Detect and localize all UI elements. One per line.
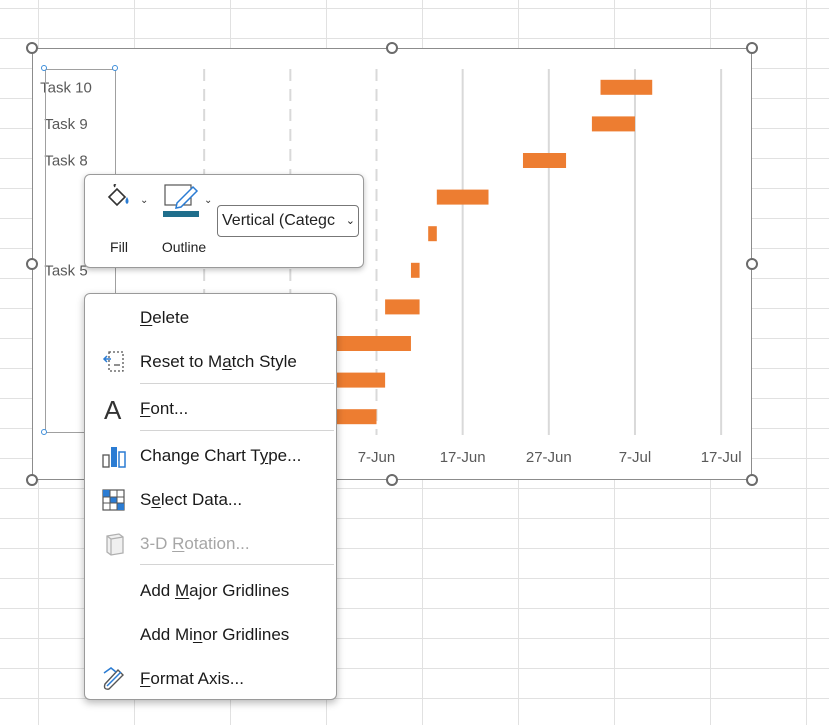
gantt-bar xyxy=(522,153,567,168)
x-tick-label: 17-Jul xyxy=(701,449,742,466)
menu-item-label: Format Axis... xyxy=(140,669,244,688)
paint-bucket-icon xyxy=(107,184,129,207)
resize-handle-right[interactable] xyxy=(746,258,758,270)
x-tick-label: 7-Jul xyxy=(619,449,652,466)
context-menu: Delete Reset to Match Style A Font... Change… xyxy=(84,293,337,700)
pen-outline-icon xyxy=(163,184,199,217)
gantt-bar xyxy=(410,262,420,278)
add-minor-gridlines-item[interactable]: Add Minor Gridlines xyxy=(85,614,336,654)
resize-handle-left[interactable] xyxy=(26,258,38,270)
axis-handle-top-right[interactable] xyxy=(112,65,118,71)
resize-handle-top-right[interactable] xyxy=(746,42,758,54)
svg-text:A: A xyxy=(104,396,122,422)
reset-to-match-style-item[interactable]: Reset to Match Style xyxy=(85,341,336,381)
gantt-bar xyxy=(324,336,411,351)
outline-label: Outline xyxy=(161,239,207,255)
resize-handle-top[interactable] xyxy=(386,42,398,54)
gantt-bar xyxy=(436,189,489,205)
menu-separator xyxy=(140,430,334,431)
resize-handle-bottom[interactable] xyxy=(386,474,398,486)
delete-item[interactable]: Delete xyxy=(85,297,336,337)
menu-item-label: Delete xyxy=(140,308,190,327)
chart-type-icon xyxy=(101,443,127,469)
gantt-bar xyxy=(385,299,420,315)
x-tick-label: 27-Jun xyxy=(526,449,572,466)
outline-button[interactable]: ⌄ Outline xyxy=(153,181,215,261)
x-tick-label: 17-Jun xyxy=(440,449,486,466)
rotation-icon xyxy=(101,531,127,557)
menu-item-label: Select Data... xyxy=(140,490,243,509)
x-tick-label: 7-Jun xyxy=(358,449,396,466)
gantt-bar xyxy=(428,226,437,242)
change-chart-type-item[interactable]: Change Chart Type... xyxy=(85,435,336,475)
menu-item-label: Reset to Match Style xyxy=(140,352,297,371)
font-item[interactable]: A Font... xyxy=(85,388,336,428)
menu-item-label: Add Minor Gridlines xyxy=(140,625,290,644)
menu-separator xyxy=(140,383,334,384)
fill-label: Fill xyxy=(110,239,128,255)
menu-item-label: Change Chart Type... xyxy=(140,446,302,465)
menu-separator xyxy=(140,564,334,565)
font-icon: A xyxy=(101,395,127,425)
format-axis-item[interactable]: Format Axis... xyxy=(85,658,336,698)
resize-handle-top-left[interactable] xyxy=(26,42,38,54)
3d-rotation-item: 3-D Rotation... xyxy=(85,523,336,563)
menu-item-label: 3-D Rotation... xyxy=(140,534,250,553)
chevron-down-icon: ⌄ xyxy=(343,206,355,236)
chart-element-select[interactable]: Vertical (Categc ⌄ xyxy=(217,205,359,237)
resize-handle-bottom-right[interactable] xyxy=(746,474,758,486)
select-data-icon xyxy=(101,487,127,513)
fill-dropdown-chevron-icon[interactable]: ⌄ xyxy=(140,195,148,206)
outline-dropdown-chevron-icon[interactable]: ⌄ xyxy=(204,195,212,206)
chart-element-select-value: Vertical (Categc xyxy=(222,212,335,229)
select-data-item[interactable]: Select Data... xyxy=(85,479,336,519)
resize-handle-bottom-left[interactable] xyxy=(26,474,38,486)
menu-item-label: Add Major Gridlines xyxy=(140,581,290,600)
add-major-gridlines-item[interactable]: Add Major Gridlines xyxy=(85,570,336,610)
reset-style-icon xyxy=(101,349,127,375)
axis-handle-bottom-left[interactable] xyxy=(41,429,47,435)
fill-button[interactable]: ⌄ Fill xyxy=(93,181,148,261)
gantt-bar xyxy=(600,79,653,95)
axis-handle-top-left[interactable] xyxy=(41,65,47,71)
gantt-bar xyxy=(591,116,635,132)
menu-item-label: Font... xyxy=(140,399,189,418)
mini-toolbar: ⌄ Fill ⌄ Outline Vertical (Categc ⌄ xyxy=(84,174,364,268)
format-axis-icon xyxy=(101,666,127,692)
